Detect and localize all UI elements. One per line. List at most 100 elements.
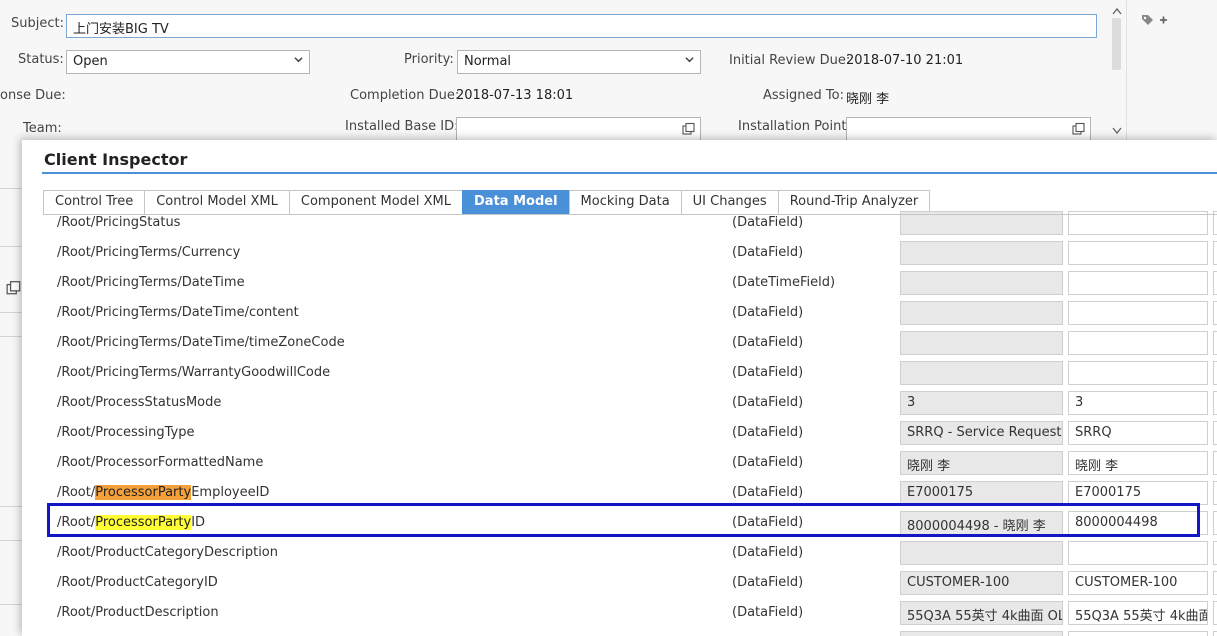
row-display-value xyxy=(900,361,1063,385)
tag-add-icon[interactable] xyxy=(1140,12,1170,30)
row-display-value xyxy=(900,241,1063,265)
row-raw-value-field[interactable] xyxy=(1068,331,1208,355)
row-raw-value-field[interactable] xyxy=(1068,631,1208,636)
table-row[interactable]: /Root/PricingTerms/DateTime/timeZoneCode… xyxy=(22,329,1217,359)
path-suffix: ID xyxy=(191,515,206,530)
table-row[interactable]: /Root/ProcessStatusMode (DataField) 3 3 xyxy=(22,389,1217,419)
row-extra-field[interactable] xyxy=(1213,271,1217,295)
table-row[interactable]: /Root/ProductCategoryID (DataField) CUSTOM… xyxy=(22,569,1217,599)
row-raw-value-field[interactable]: SRRQ xyxy=(1068,421,1208,445)
divider xyxy=(0,506,22,507)
row-raw-value-field[interactable]: 8000004498 xyxy=(1068,511,1208,535)
row-extra-field[interactable] xyxy=(1213,331,1217,355)
row-raw-value-field[interactable]: 晓刚 李 xyxy=(1068,451,1208,475)
row-path: /Root/ProcessingType xyxy=(57,425,195,440)
row-path: /Root/ProcessStatusMode xyxy=(57,395,221,410)
row-extra-field[interactable] xyxy=(1213,541,1217,565)
value-help-icon[interactable] xyxy=(1072,122,1086,136)
row-extra-field[interactable] xyxy=(1213,481,1217,505)
table-row[interactable]: /Root/ProductCategoryDescription (DataFie… xyxy=(22,539,1217,569)
row-field-type: (DataField) xyxy=(732,455,804,470)
client-inspector-panel: Client Inspector Control Tree Control Mo… xyxy=(22,140,1217,636)
installation-point-field[interactable] xyxy=(846,117,1091,141)
path-prefix: /Root/PricingTerms/DateTime/content xyxy=(57,305,299,320)
table-row[interactable]: /Root/ProcessorFormattedName (DataField) 晓… xyxy=(22,449,1217,479)
value-help-icon[interactable] xyxy=(6,280,22,296)
row-raw-value-field[interactable]: E7000175 xyxy=(1068,481,1208,505)
search-match-highlight: ProcessorParty xyxy=(95,515,192,530)
value-help-icon[interactable] xyxy=(682,122,696,136)
row-extra-field[interactable] xyxy=(1213,511,1217,535)
row-path: /Root/ProcessorPartyID xyxy=(57,515,205,530)
status-label: Status: xyxy=(18,52,64,67)
row-path: /Root/PricingTerms/DateTime xyxy=(57,275,245,290)
path-prefix: /Root/ProductDescription xyxy=(57,605,219,620)
table-row[interactable]: /Root/ProcessorPartyEmployeeID (DataField… xyxy=(22,479,1217,509)
row-extra-field[interactable] xyxy=(1213,601,1217,625)
divider xyxy=(0,604,22,605)
row-extra-field[interactable] xyxy=(1213,571,1217,595)
row-display-value xyxy=(900,631,1063,636)
row-raw-value-field[interactable]: 55Q3A 55英寸 4k曲面 xyxy=(1068,601,1208,625)
path-prefix: /Root/ProcessStatusMode xyxy=(57,395,222,410)
assigned-to-value: 晓刚 李 xyxy=(846,92,890,107)
row-path: /Root/PricingTerms/DateTime/content xyxy=(57,305,299,320)
table-row[interactable]: /Root/ProductExternalID(DataField) xyxy=(22,629,1217,636)
table-row[interactable]: /Root/PricingTerms/WarrantyGoodwillCode (… xyxy=(22,359,1217,389)
inspector-title: Client Inspector xyxy=(44,150,188,169)
team-label: Team: xyxy=(23,121,62,136)
path-prefix: /Root/PricingTerms/Currency xyxy=(57,245,241,260)
row-display-value xyxy=(900,331,1063,355)
row-display-value: 55Q3A 55英寸 4k曲面 OL xyxy=(900,601,1063,625)
row-extra-field[interactable] xyxy=(1213,241,1217,265)
scrollbar-thumb[interactable] xyxy=(1112,18,1121,70)
search-match-highlight: ProcessorParty xyxy=(95,485,192,500)
row-raw-value-field[interactable] xyxy=(1068,271,1208,295)
row-field-type: (DataField) xyxy=(732,215,804,230)
row-extra-field[interactable] xyxy=(1213,391,1217,415)
row-raw-value-field[interactable] xyxy=(1068,241,1208,265)
completion-due-label: Completion Due: xyxy=(350,88,460,103)
row-display-value xyxy=(900,301,1063,325)
row-raw-value-field[interactable] xyxy=(1068,301,1208,325)
row-raw-value-field[interactable]: CUSTOMER-100 xyxy=(1068,571,1208,595)
completion-due-value: 2018-07-13 18:01 xyxy=(456,88,574,103)
row-extra-field[interactable] xyxy=(1213,361,1217,385)
row-extra-field[interactable] xyxy=(1213,421,1217,445)
installed-base-label: Installed Base ID: xyxy=(345,119,459,134)
path-suffix: EmployeeID xyxy=(191,485,270,500)
tabs-divider xyxy=(43,214,1217,215)
row-raw-value-field[interactable] xyxy=(1068,361,1208,385)
row-extra-field[interactable] xyxy=(1213,631,1217,636)
priority-value: Normal xyxy=(464,54,512,69)
subject-field[interactable]: 上门安装BIG TV xyxy=(66,14,1097,38)
path-prefix: /Root/ProductCategoryDescription xyxy=(57,545,278,560)
status-select[interactable]: Open xyxy=(66,50,310,74)
initial-review-value: 2018-07-10 21:01 xyxy=(846,53,964,68)
row-path: /Root/PricingStatus xyxy=(57,215,180,230)
row-raw-value-field[interactable] xyxy=(1068,541,1208,565)
row-path: /Root/ProcessorFormattedName xyxy=(57,455,263,470)
installed-base-field[interactable] xyxy=(456,117,701,141)
table-row[interactable]: /Root/PricingTerms/Currency (DataField) xyxy=(22,239,1217,269)
row-extra-field[interactable] xyxy=(1213,451,1217,475)
path-prefix: /Root/PricingStatus xyxy=(57,215,181,230)
row-field-type: (DataField) xyxy=(732,425,804,440)
priority-select[interactable]: Normal xyxy=(457,50,701,74)
row-field-type: (DateTimeField) xyxy=(732,275,836,290)
row-raw-value-field[interactable]: 3 xyxy=(1068,391,1208,415)
row-field-type: (DataField) xyxy=(732,605,804,620)
table-row[interactable]: /Root/ProcessingType (DataField) SRRQ - Se… xyxy=(22,419,1217,449)
row-extra-field[interactable] xyxy=(1213,301,1217,325)
row-path: /Root/ProductCategoryDescription xyxy=(57,545,278,560)
table-row[interactable]: /Root/ProcessorPartyID (DataField) 8000004… xyxy=(22,509,1217,539)
initial-review-label: Initial Review Due: xyxy=(729,53,851,68)
path-prefix: /Root/ProductCategoryID xyxy=(57,575,218,590)
table-row[interactable]: /Root/ProductDescription (DataField) 55Q3A… xyxy=(22,599,1217,629)
table-row[interactable]: /Root/PricingTerms/DateTime (DateTimeFiel… xyxy=(22,269,1217,299)
chevron-down-icon xyxy=(685,57,694,63)
table-row[interactable]: /Root/PricingTerms/DateTime/content (Data… xyxy=(22,299,1217,329)
path-prefix: /Root/PricingTerms/DateTime/timeZoneCode xyxy=(57,335,345,350)
row-path: /Root/PricingTerms/DateTime/timeZoneCode xyxy=(57,335,345,350)
data-model-list: /Root/PricingStatus (DataField) /Root/Pric… xyxy=(22,204,1217,636)
